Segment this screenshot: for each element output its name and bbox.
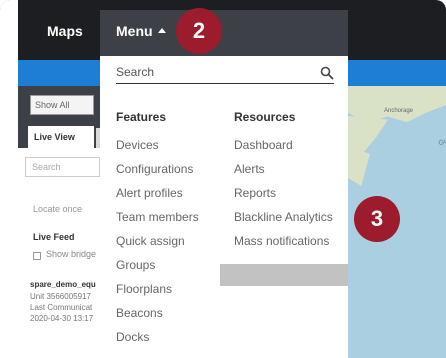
live-feed-heading: Live Feed: [33, 232, 75, 242]
filter-select[interactable]: Show All: [30, 95, 94, 115]
map-land: [348, 146, 370, 186]
menu-item-dashboard[interactable]: Dashboard: [234, 138, 293, 152]
menu-item-highlight: [220, 264, 348, 286]
locate-once-button[interactable]: Locate once: [33, 204, 82, 214]
menu-item-floorplans[interactable]: Floorplans: [116, 282, 172, 296]
map-land: [348, 116, 388, 152]
step-badge-3: 3: [354, 196, 400, 242]
search-icon[interactable]: [320, 66, 334, 80]
show-bridge-label: Show bridge: [46, 249, 97, 259]
menu-item-configurations[interactable]: Configurations: [116, 162, 193, 176]
left-panel: Show All Live View Search Locate once Li…: [18, 86, 110, 358]
menu-item-docks[interactable]: Docks: [116, 330, 149, 344]
nav-menu-button[interactable]: Menu: [100, 10, 348, 60]
panel-search-input[interactable]: Search: [25, 157, 100, 177]
panel-body: Search Locate once Live Feed Show bridge…: [18, 148, 100, 358]
last-communication-date: 2020-04-30 13:17: [30, 314, 94, 323]
menu-item-reports[interactable]: Reports: [234, 186, 276, 200]
menu-item-alerts[interactable]: Alerts: [234, 162, 265, 176]
menu-item-devices[interactable]: Devices: [116, 138, 159, 152]
menu-item-blackline-analytics[interactable]: Blackline Analytics: [234, 210, 333, 224]
caret-up-icon: [158, 28, 166, 33]
features-heading: Features: [116, 110, 167, 124]
map-label-anchorage: Anchorage: [384, 108, 414, 114]
menu-search-placeholder: Search: [116, 65, 155, 79]
step-badge-2: 2: [176, 8, 222, 54]
device-name[interactable]: spare_demo_equ: [30, 280, 96, 289]
nav-maps-link[interactable]: Maps: [47, 23, 83, 39]
device-unit: Unit 3566005917: [30, 292, 91, 301]
menu-item-mass-notifications[interactable]: Mass notifications: [234, 234, 329, 248]
panel-tabs: Live View: [28, 126, 110, 148]
map-label-gulf: Gulf of A: [437, 132, 446, 148]
menu-item-quick-assign[interactable]: Quick assign: [116, 234, 185, 248]
menu-item-team-members[interactable]: Team members: [116, 210, 199, 224]
tab-live-view[interactable]: Live View: [28, 126, 94, 148]
show-bridge-checkbox[interactable]: [33, 252, 41, 260]
app-window: Maps Menu Show All Live View Search Loca…: [0, 0, 446, 358]
menu-item-beacons[interactable]: Beacons: [116, 306, 163, 320]
window-edge: [0, 0, 18, 358]
menu-search-input[interactable]: Search: [116, 64, 334, 84]
menu-item-alert-profiles[interactable]: Alert profiles: [116, 186, 183, 200]
resources-heading: Resources: [234, 110, 296, 124]
menu-item-groups[interactable]: Groups: [116, 258, 155, 272]
nav-menu-label: Menu: [116, 23, 153, 39]
top-navigation-bar: Maps Menu: [0, 0, 446, 60]
menu-dropdown: Search Features Resources Devices Config…: [100, 56, 348, 358]
last-communication-label: Last Communicat: [30, 303, 93, 312]
